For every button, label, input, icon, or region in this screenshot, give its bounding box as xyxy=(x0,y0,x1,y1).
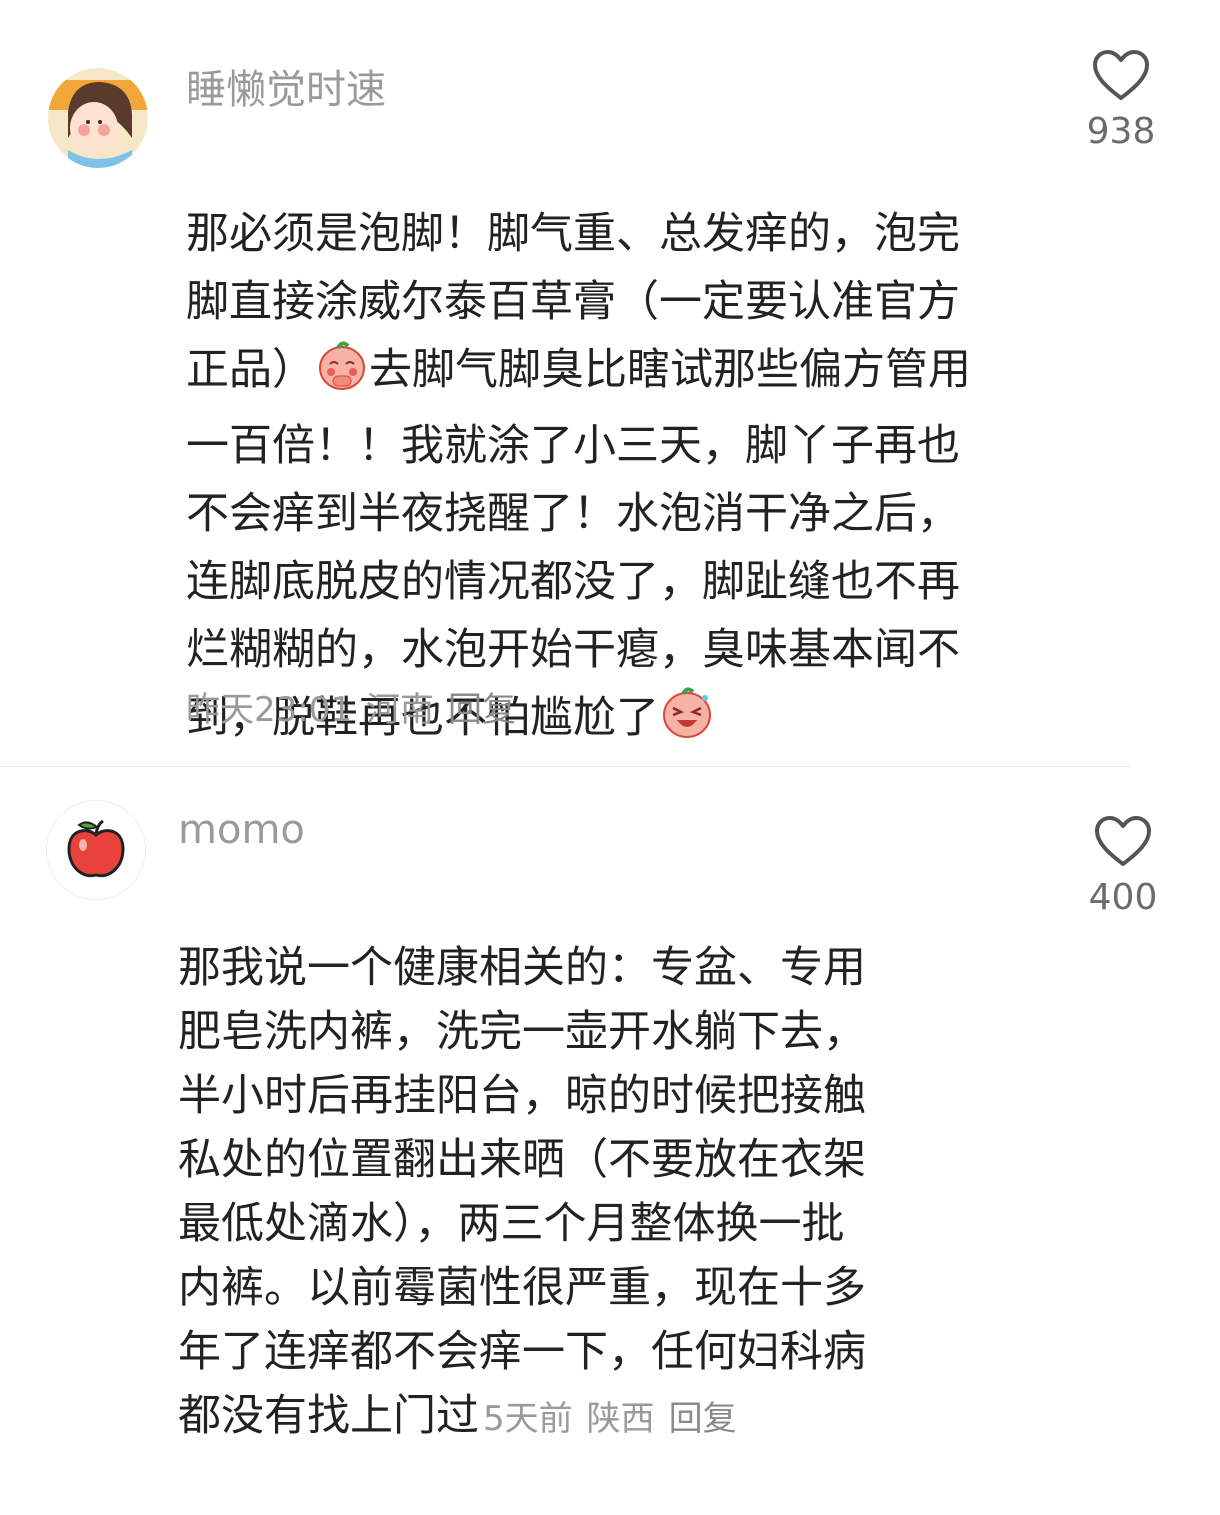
comment-text-part2: 去脚气脚臭比瞎试那些偏方管用 一百倍！！我就涂了小三天，脚丫子再也 不会痒到半夜… xyxy=(186,345,971,743)
heart-icon xyxy=(1095,816,1151,866)
comment-location: 陕西 xyxy=(586,1399,655,1439)
comment-text-main: 那我说一个健康相关的：专盆、专用 肥皂洗内裤，洗完一壶开水躺下去， 半小时后再挂… xyxy=(178,943,866,1377)
shy-peach-emoji-icon xyxy=(315,338,369,412)
comment-meta: 昨天23:01 河南 回复 xyxy=(186,690,530,730)
comment-text: 那我说一个健康相关的：专盆、专用 肥皂洗内裤，洗完一壶开水躺下去， 半小时后再挂… xyxy=(178,872,968,1515)
like-button[interactable]: 400 xyxy=(1078,814,1168,920)
like-count: 938 xyxy=(1086,111,1156,152)
like-count: 400 xyxy=(1088,877,1158,918)
laughing-peach-emoji-icon xyxy=(659,684,715,760)
apple-avatar-icon xyxy=(47,801,145,899)
divider xyxy=(0,766,1130,767)
comment-location: 河南 xyxy=(365,690,434,730)
comment-time: 昨天23:01 xyxy=(186,690,352,730)
reply-button[interactable]: 回复 xyxy=(448,690,516,730)
cartoon-girl-avatar-icon xyxy=(48,68,148,168)
comment-text: 那必须是泡脚！脚气重、总发痒的，泡完 脚直接涂威尔泰百草膏（一定要认准官方 正品… xyxy=(186,132,1006,760)
comment-time: 5天前 xyxy=(483,1399,573,1439)
username[interactable]: momo xyxy=(178,806,305,854)
comment-last-line: 都没有找上门过 5天前 陕西 回复 xyxy=(178,1384,968,1451)
like-button[interactable]: 938 xyxy=(1076,48,1166,154)
comment-text-last: 都没有找上门过 xyxy=(178,1391,479,1441)
avatar[interactable] xyxy=(46,800,146,900)
heart-icon xyxy=(1093,50,1149,100)
avatar[interactable] xyxy=(48,68,148,168)
comment-meta: 5天前 陕西 回复 xyxy=(483,1399,751,1439)
reply-button[interactable]: 回复 xyxy=(669,1399,737,1439)
username[interactable]: 睡懒觉时速 xyxy=(186,66,386,114)
